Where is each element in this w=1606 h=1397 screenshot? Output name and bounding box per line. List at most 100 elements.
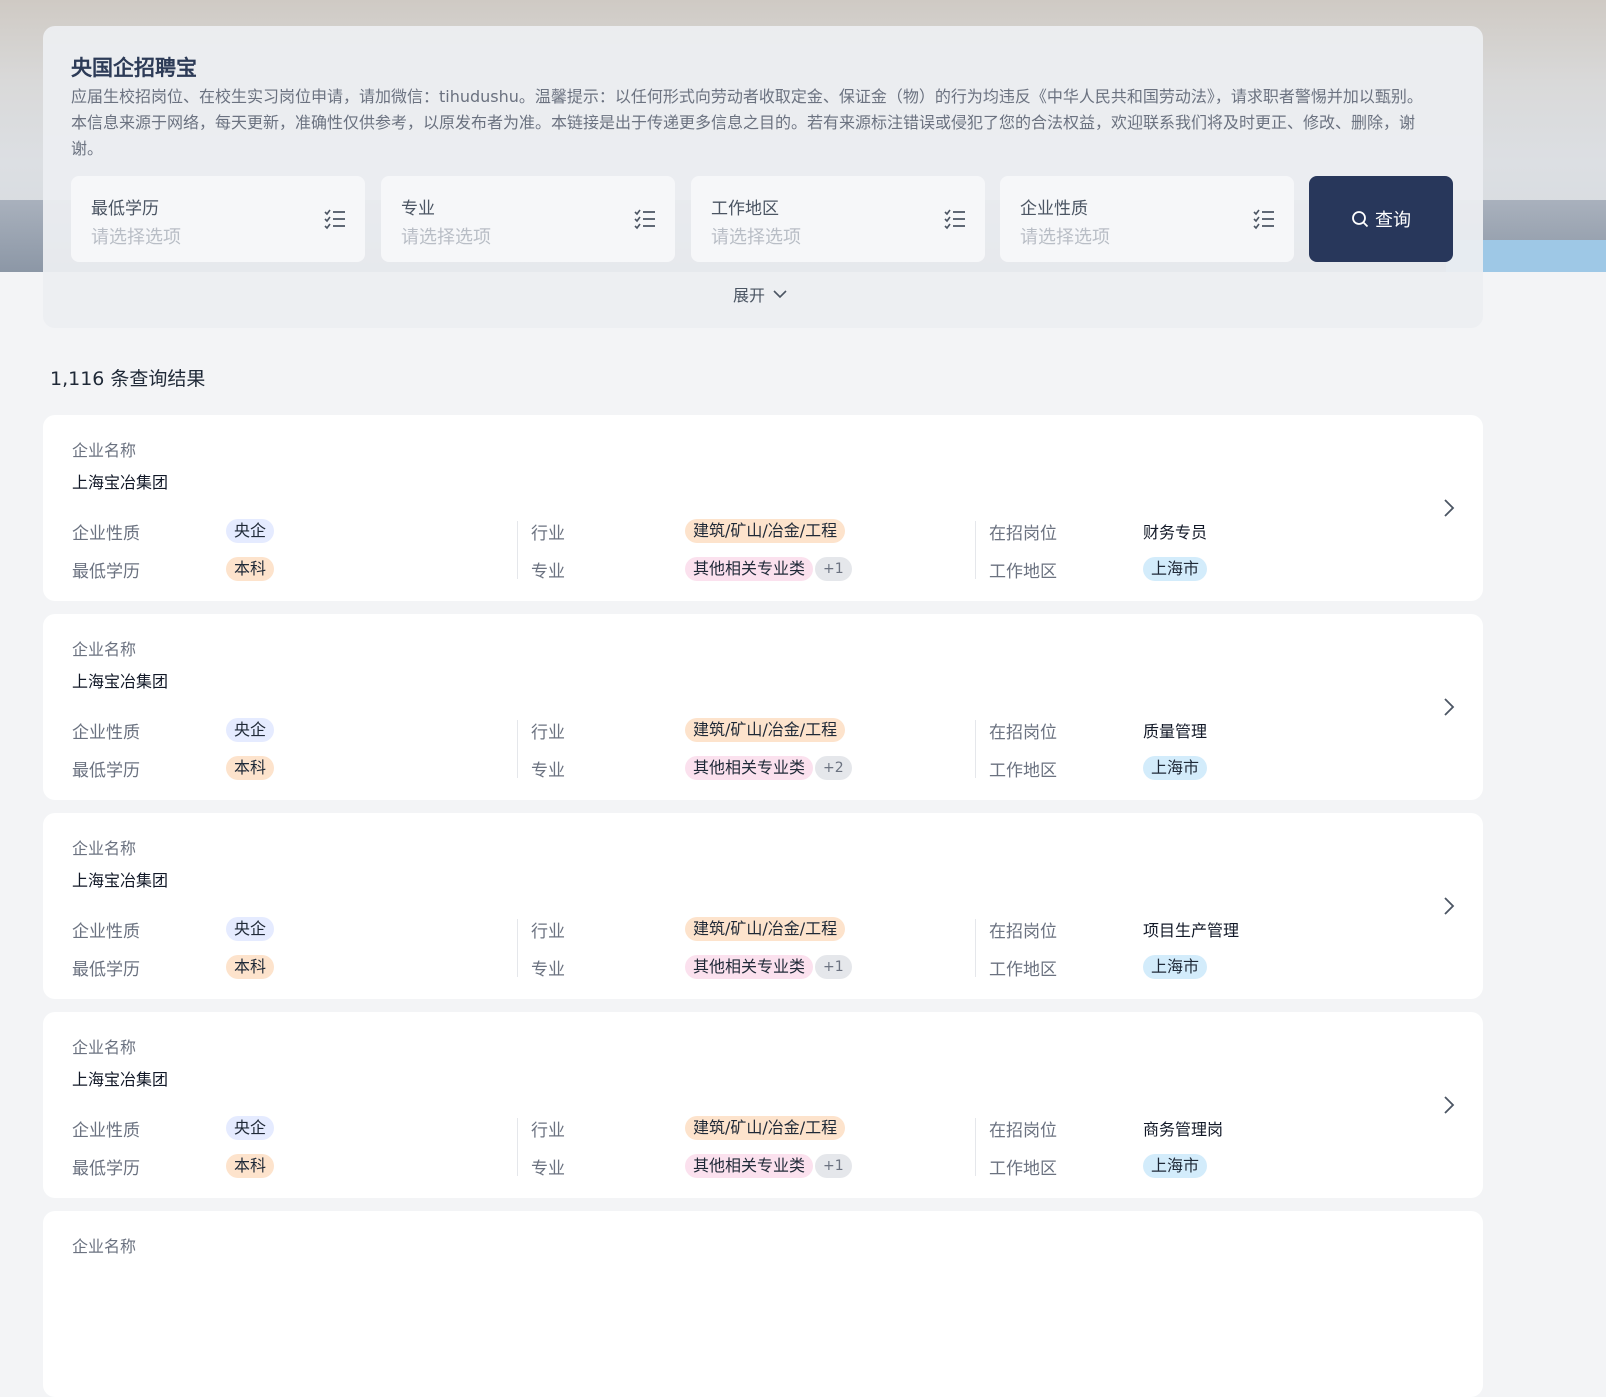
chevron-right-icon[interactable] xyxy=(1441,895,1457,917)
major-label: 专业 xyxy=(531,960,565,980)
industry-label: 行业 xyxy=(531,524,565,544)
min-education-label: 最低学历 xyxy=(72,960,140,980)
company-type-tag: 央企 xyxy=(226,718,275,742)
work-area-label: 工作地区 xyxy=(989,1159,1057,1179)
chevron-right-icon[interactable] xyxy=(1441,497,1457,519)
position-value: 商务管理岗 xyxy=(1143,1120,1224,1139)
column-divider xyxy=(975,521,976,579)
company-name: 上海宝冶集团 xyxy=(72,1070,169,1089)
work-area-tag: 上海市 xyxy=(1143,955,1208,979)
education-tag: 本科 xyxy=(226,1154,275,1178)
position-value: 项目生产管理 xyxy=(1143,921,1240,940)
checklist-icon xyxy=(634,209,655,230)
company-type-tag: 央企 xyxy=(226,1116,275,1140)
major-extra-tag: +1 xyxy=(815,557,852,581)
job-card[interactable]: 企业名称 上海宝冶集团 企业性质 央企 最低学历 本科 行业 建筑/矿山/冶金/… xyxy=(43,1012,1483,1198)
work-area-label: 工作地区 xyxy=(989,562,1057,582)
work-area-label: 工作地区 xyxy=(989,960,1057,980)
company-type-tag: 央企 xyxy=(226,519,275,543)
position-label: 在招岗位 xyxy=(989,723,1057,743)
result-count: 1,116 条查询结果 xyxy=(50,368,206,390)
major-tag: 其他相关专业类 xyxy=(685,756,814,780)
job-card[interactable]: 企业名称 上海宝冶集团 企业性质 央企 最低学历 本科 行业 建筑/矿山/冶金/… xyxy=(43,813,1483,999)
company-name-label: 企业名称 xyxy=(72,1237,137,1256)
company-name-label: 企业名称 xyxy=(72,1038,137,1057)
industry-tag: 建筑/矿山/冶金/工程 xyxy=(685,917,846,941)
company-name-label: 企业名称 xyxy=(72,640,137,659)
filter-label: 工作地区 xyxy=(711,199,779,219)
search-button-label: 查询 xyxy=(1375,210,1411,231)
column-divider xyxy=(975,919,976,977)
checklist-icon xyxy=(324,209,345,230)
education-tag: 本科 xyxy=(226,955,275,979)
education-tag: 本科 xyxy=(226,557,275,581)
company-name-label: 企业名称 xyxy=(72,839,137,858)
search-icon xyxy=(1352,211,1369,228)
major-tag: 其他相关专业类 xyxy=(685,1154,814,1178)
panel-title: 央国企招聘宝 xyxy=(71,56,197,80)
filter-placeholder: 请选择选项 xyxy=(1020,227,1110,248)
filter-label: 最低学历 xyxy=(91,199,159,219)
company-name: 上海宝冶集团 xyxy=(72,473,169,492)
industry-label: 行业 xyxy=(531,723,565,743)
work-area-tag: 上海市 xyxy=(1143,557,1208,581)
major-label: 专业 xyxy=(531,761,565,781)
filter-placeholder: 请选择选项 xyxy=(711,227,801,248)
major-extra-tag: +1 xyxy=(815,1154,852,1178)
search-panel: 央国企招聘宝 应届生校招岗位、在校生实习岗位申请，请加微信：tihudushu。… xyxy=(43,26,1483,328)
filter-min-education[interactable]: 最低学历 请选择选项 xyxy=(71,176,365,262)
job-card[interactable]: 企业名称 上海宝冶集团 企业性质 央企 最低学历 本科 行业 建筑/矿山/冶金/… xyxy=(43,415,1483,601)
major-tag: 其他相关专业类 xyxy=(685,557,814,581)
column-divider xyxy=(517,521,518,579)
expand-label: 展开 xyxy=(733,286,766,305)
work-area-tag: 上海市 xyxy=(1143,1154,1208,1178)
education-tag: 本科 xyxy=(226,756,275,780)
job-card[interactable]: 企业名称 xyxy=(43,1211,1483,1397)
column-divider xyxy=(975,1118,976,1176)
min-education-label: 最低学历 xyxy=(72,562,140,582)
company-name: 上海宝冶集团 xyxy=(72,871,169,890)
filter-work-area[interactable]: 工作地区 请选择选项 xyxy=(691,176,985,262)
position-value: 质量管理 xyxy=(1143,722,1208,741)
industry-label: 行业 xyxy=(531,922,565,942)
major-label: 专业 xyxy=(531,1159,565,1179)
position-label: 在招岗位 xyxy=(989,922,1057,942)
job-card[interactable]: 企业名称 上海宝冶集团 企业性质 央企 最低学历 本科 行业 建筑/矿山/冶金/… xyxy=(43,614,1483,800)
filter-bar: 最低学历 请选择选项 专业 请选择选项 工作地区 请选择选项 企业性质 请选择选… xyxy=(71,176,1455,262)
company-type-tag: 央企 xyxy=(226,917,275,941)
checklist-icon xyxy=(944,209,965,230)
company-name: 上海宝冶集团 xyxy=(72,672,169,691)
industry-tag: 建筑/矿山/冶金/工程 xyxy=(685,1116,846,1140)
industry-tag: 建筑/矿山/冶金/工程 xyxy=(685,519,846,543)
expand-toggle[interactable]: 展开 xyxy=(733,282,787,306)
column-divider xyxy=(517,919,518,977)
panel-description: 应届生校招岗位、在校生实习岗位申请，请加微信：tihudushu。温馨提示：以任… xyxy=(71,87,1423,158)
major-label: 专业 xyxy=(531,562,565,582)
industry-tag: 建筑/矿山/冶金/工程 xyxy=(685,718,846,742)
chevron-right-icon[interactable] xyxy=(1441,696,1457,718)
filter-label: 专业 xyxy=(401,199,435,219)
checklist-icon xyxy=(1253,209,1274,230)
position-label: 在招岗位 xyxy=(989,1121,1057,1141)
min-education-label: 最低学历 xyxy=(72,1159,140,1179)
company-type-label: 企业性质 xyxy=(72,723,140,743)
filter-major[interactable]: 专业 请选择选项 xyxy=(381,176,675,262)
column-divider xyxy=(517,1118,518,1176)
column-divider xyxy=(975,720,976,778)
search-button[interactable]: 查询 xyxy=(1309,176,1453,262)
company-type-label: 企业性质 xyxy=(72,524,140,544)
position-label: 在招岗位 xyxy=(989,524,1057,544)
company-type-label: 企业性质 xyxy=(72,922,140,942)
major-extra-tag: +1 xyxy=(815,955,852,979)
company-type-label: 企业性质 xyxy=(72,1121,140,1141)
filter-label: 企业性质 xyxy=(1020,199,1088,219)
min-education-label: 最低学历 xyxy=(72,761,140,781)
industry-label: 行业 xyxy=(531,1121,565,1141)
company-name-label: 企业名称 xyxy=(72,441,137,460)
column-divider xyxy=(517,720,518,778)
chevron-down-icon xyxy=(773,290,787,299)
position-value: 财务专员 xyxy=(1143,523,1208,542)
chevron-right-icon[interactable] xyxy=(1441,1094,1457,1116)
filter-company-type[interactable]: 企业性质 请选择选项 xyxy=(1000,176,1294,262)
filter-placeholder: 请选择选项 xyxy=(91,227,181,248)
